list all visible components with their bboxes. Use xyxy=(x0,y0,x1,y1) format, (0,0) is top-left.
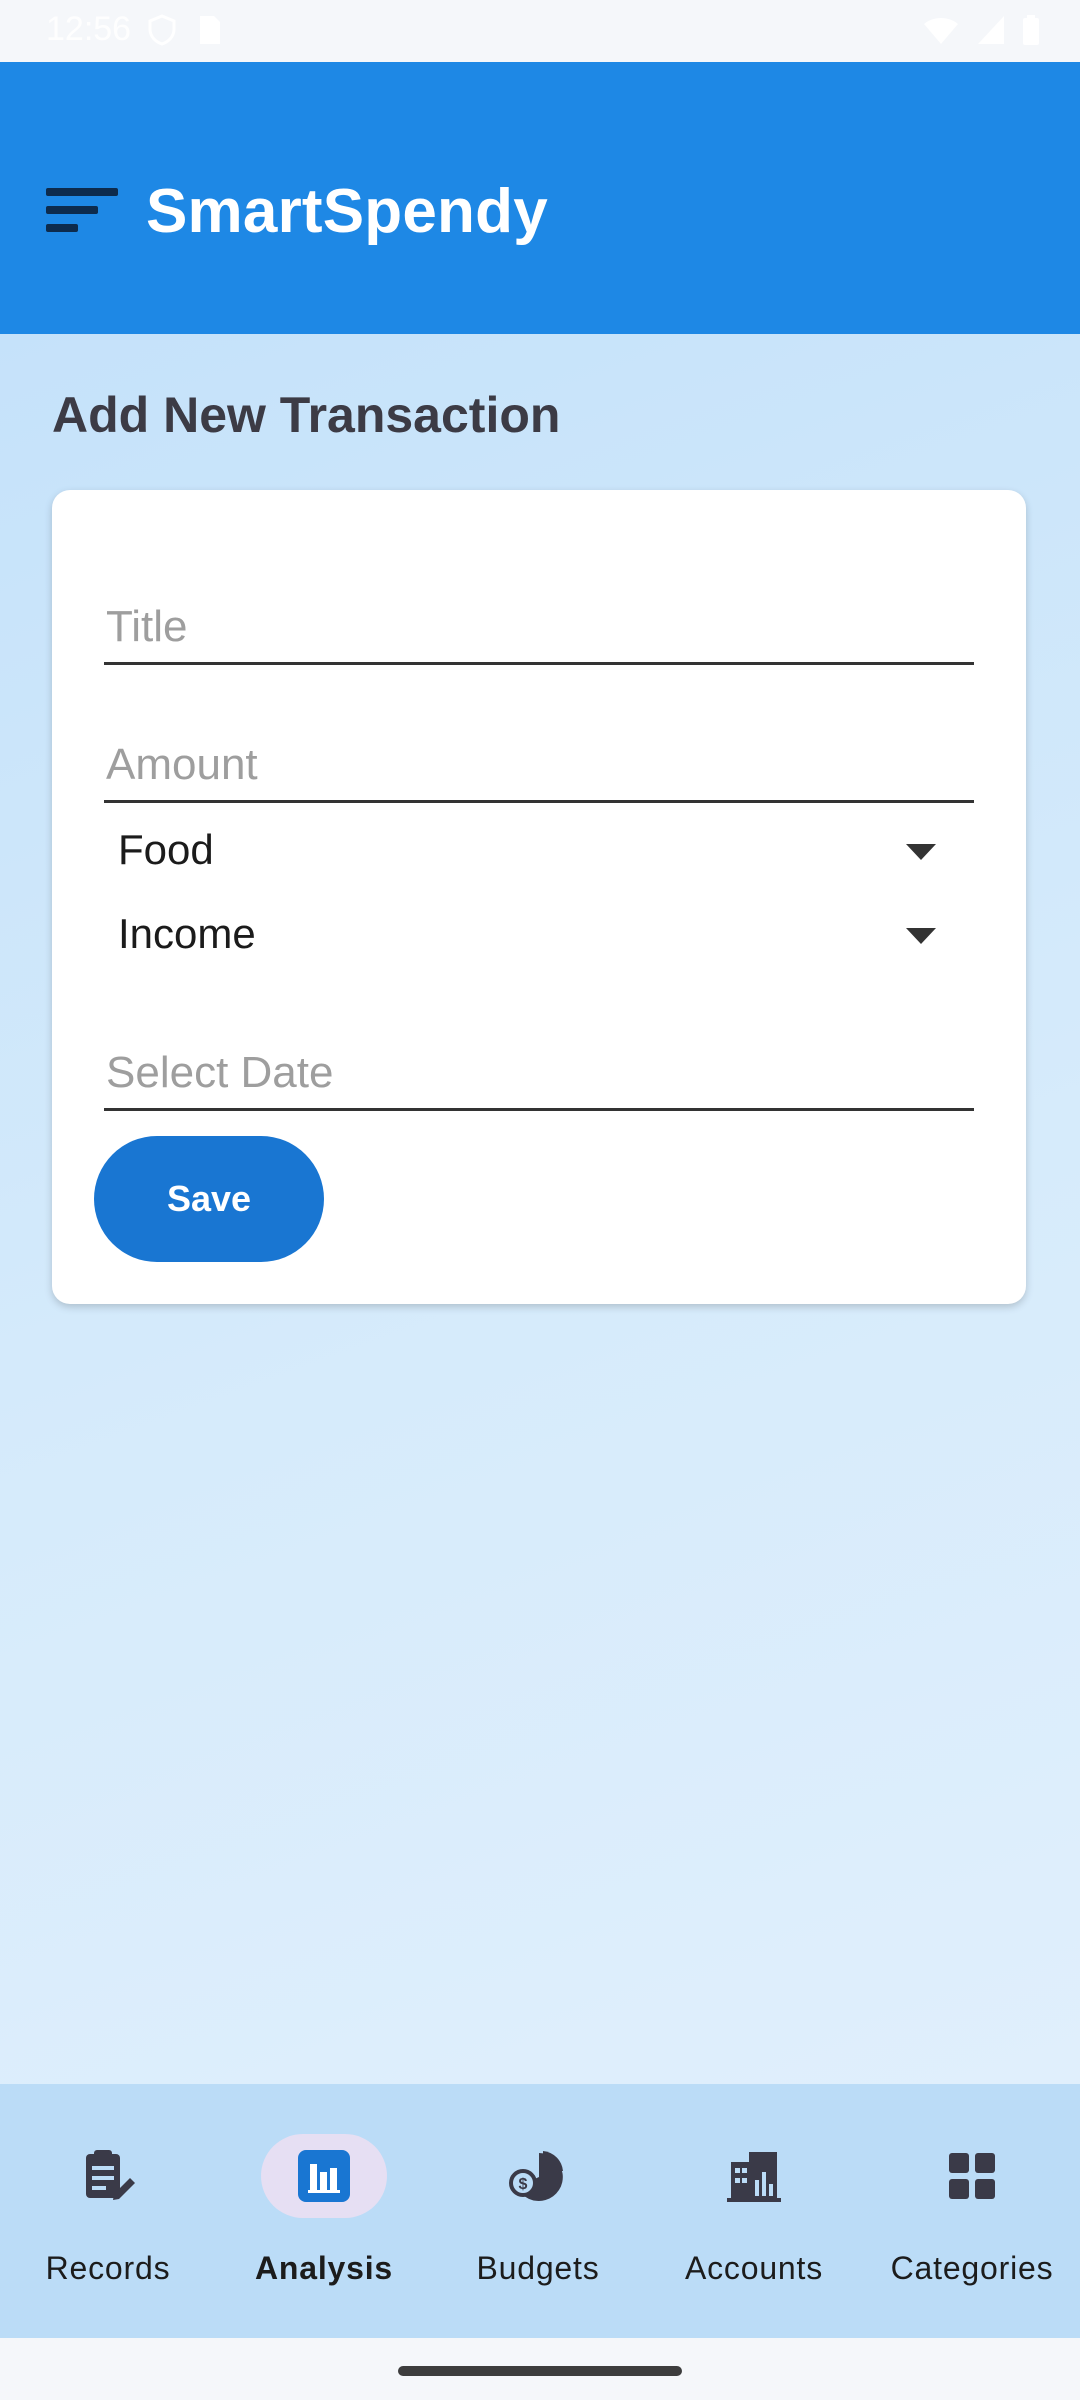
bar-chart-icon xyxy=(298,2150,350,2202)
vpn-shield-icon xyxy=(148,14,176,46)
nav-label-budgets: Budgets xyxy=(476,2250,600,2286)
nav-item-records[interactable]: Records xyxy=(8,2134,208,2286)
calculator-building-icon xyxy=(727,2152,781,2202)
nav-item-accounts[interactable]: Accounts xyxy=(654,2134,854,2286)
gesture-area xyxy=(0,2338,1080,2400)
menu-sort-icon[interactable] xyxy=(46,186,120,236)
home-gesture-bar[interactable] xyxy=(398,2366,682,2376)
nav-label-accounts: Accounts xyxy=(684,2250,824,2286)
status-bar: 12:56 xyxy=(0,0,1080,62)
app-bar: SmartSpendy xyxy=(0,62,1080,334)
wifi-icon xyxy=(924,18,958,44)
category-dropdown[interactable]: Food xyxy=(104,818,974,888)
nav-item-budgets[interactable]: $ Budgets xyxy=(438,2134,638,2286)
nav-label-categories: Categories xyxy=(890,2250,1054,2286)
date-placeholder: Select Date xyxy=(106,1048,334,1097)
type-value: Income xyxy=(118,910,256,957)
amount-placeholder: Amount xyxy=(106,740,258,789)
title-input[interactable]: Title xyxy=(104,582,974,665)
svg-text:$: $ xyxy=(519,2176,528,2193)
clipboard-edit-icon xyxy=(86,2150,135,2200)
date-input[interactable]: Select Date xyxy=(104,1028,974,1111)
status-time: 12:56 xyxy=(46,10,132,48)
nav-item-analysis[interactable]: Analysis xyxy=(224,2134,424,2286)
nav-item-categories[interactable]: Categories xyxy=(872,2134,1072,2286)
dropdown-arrow-icon xyxy=(906,928,936,944)
pie-chart-coin-icon: $ xyxy=(509,2151,563,2201)
grid-categories-icon xyxy=(949,2153,995,2199)
dropdown-arrow-icon xyxy=(906,844,936,860)
amount-input[interactable]: Amount xyxy=(104,720,974,803)
nav-label-records: Records xyxy=(45,2250,171,2286)
save-button[interactable]: Save xyxy=(94,1136,324,1262)
battery-icon xyxy=(1023,15,1039,45)
nav-label-analysis: Analysis xyxy=(254,2250,394,2286)
main-content: Add New Transaction Title Amount Food In… xyxy=(0,334,1080,2084)
bottom-navigation: Records Analysis $ Budgets Accounts Cate… xyxy=(0,2084,1080,2338)
type-dropdown[interactable]: Income xyxy=(104,902,974,972)
cell-signal-icon xyxy=(978,16,1004,44)
app-title: SmartSpendy xyxy=(146,177,548,246)
transaction-form-card: Title Amount Food Income Select Date Sav… xyxy=(52,490,1026,1304)
page-title: Add New Transaction xyxy=(52,387,561,443)
title-placeholder: Title xyxy=(106,602,188,651)
sim-card-icon xyxy=(200,16,220,44)
category-value: Food xyxy=(118,826,214,873)
